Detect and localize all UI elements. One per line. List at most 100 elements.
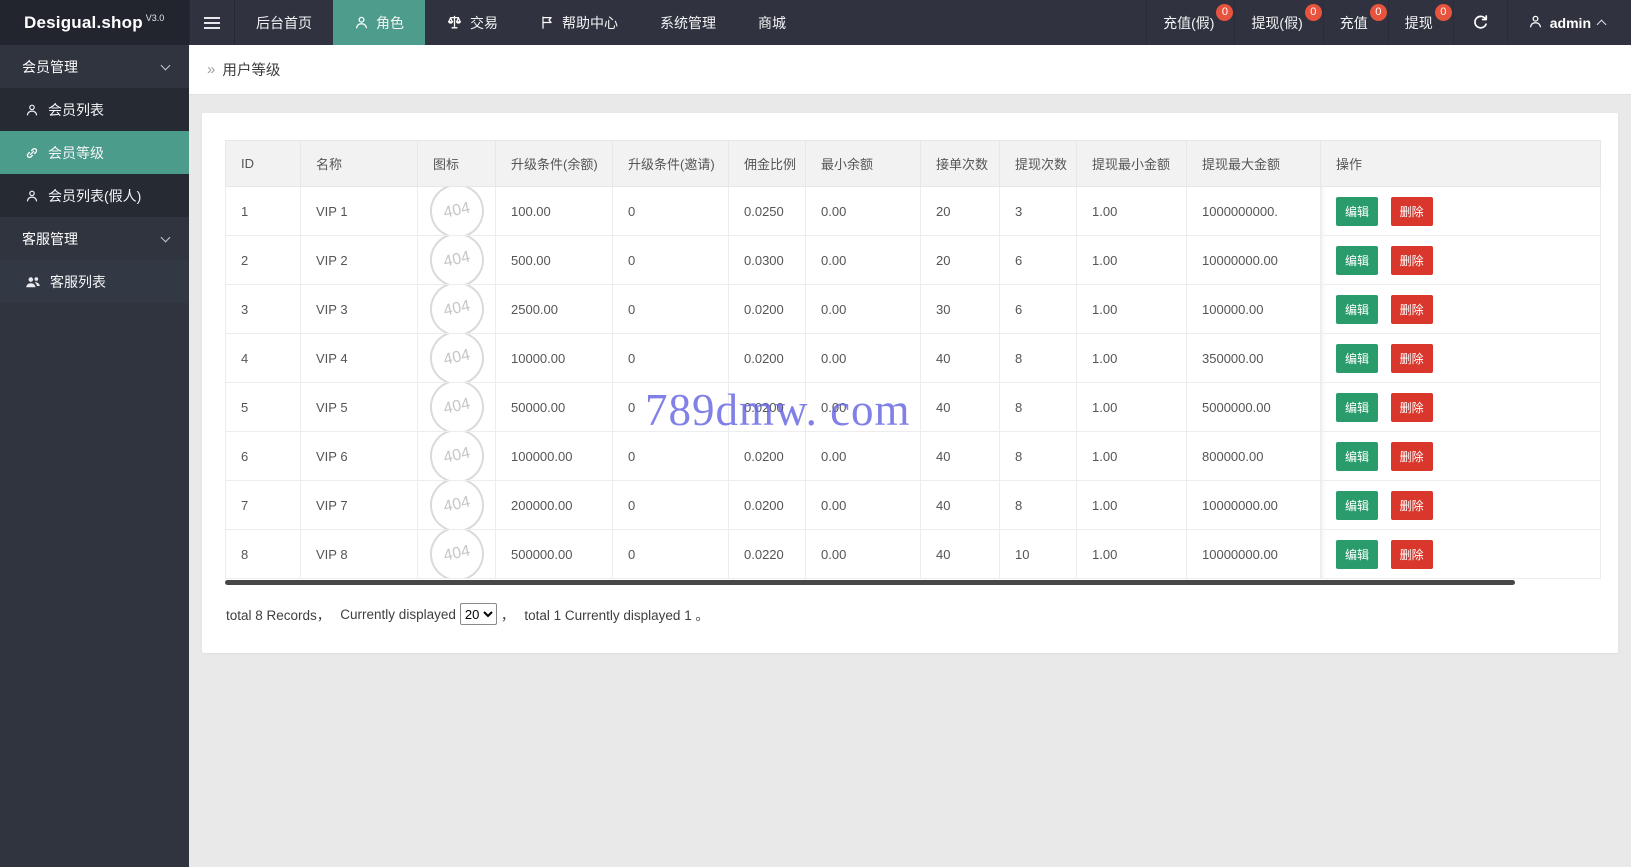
cell-withdraw-min: 1.00 <box>1076 431 1187 481</box>
edit-button[interactable]: 编辑 <box>1336 343 1379 373</box>
nav-item-withdraw[interactable]: 提现 0 <box>1387 0 1453 45</box>
user-icon <box>1528 14 1543 32</box>
nav-item-system[interactable]: 系统管理 <box>639 0 737 45</box>
brand-version: V3.0 <box>145 12 165 23</box>
cell-icon: 404 <box>417 431 496 481</box>
cell-withdraw-max: 10000000.00 <box>1186 480 1321 530</box>
edit-button[interactable]: 编辑 <box>1336 441 1379 471</box>
page-size-select[interactable]: 20 <box>459 603 497 625</box>
delete-button[interactable]: 删除 <box>1390 441 1433 471</box>
delete-button[interactable]: 删除 <box>1390 294 1433 324</box>
cell-id: 3 <box>225 284 301 334</box>
badge-count: 0 <box>1216 4 1234 21</box>
cell-upgrade-balance: 50000.00 <box>495 382 613 432</box>
cell-min-balance: 0.00 <box>805 186 921 236</box>
top-navbar: Desigual.shop V3.0 后台首页 角色 交易 帮助中心 系统管理 … <box>0 0 1631 45</box>
user-menu[interactable]: admin <box>1506 0 1631 45</box>
delete-button[interactable]: 删除 <box>1390 490 1433 520</box>
cell-upgrade-invite: 0 <box>612 431 729 481</box>
sidebar-group-service-management[interactable]: 客服管理 <box>0 217 189 260</box>
col-header-name: 名称 <box>300 140 418 187</box>
cell-upgrade-balance: 500000.00 <box>495 529 613 579</box>
delete-button[interactable]: 删除 <box>1390 245 1433 275</box>
edit-button[interactable]: 编辑 <box>1336 490 1379 520</box>
cell-withdraw-max: 1000000000. <box>1186 186 1321 236</box>
cell-icon: 404 <box>417 186 496 236</box>
cell-min-balance: 0.00 <box>805 529 921 579</box>
badge-count: 0 <box>1369 4 1387 21</box>
pagination-total: total 8 Records， <box>226 608 331 623</box>
sidebar-item-service-list[interactable]: 客服列表 <box>0 260 189 303</box>
edit-button[interactable]: 编辑 <box>1336 392 1379 422</box>
col-header-upgrade-invite: 升级条件(邀请) <box>612 140 729 187</box>
col-header-id: ID <box>225 140 301 187</box>
nav-item-recharge-fake[interactable]: 充值(假) 0 <box>1146 0 1234 45</box>
cell-actions: 编辑 删除 <box>1320 333 1601 383</box>
sidebar-group-member-management[interactable]: 会员管理 <box>0 45 189 88</box>
chevron-down-icon <box>160 232 171 242</box>
cell-actions: 编辑 删除 <box>1320 284 1601 334</box>
edit-button[interactable]: 编辑 <box>1336 245 1379 275</box>
horizontal-scrollbar[interactable] <box>225 580 1515 585</box>
cell-id: 2 <box>225 235 301 285</box>
pagination-bar: total 8 Records， Currently displayed 20 … <box>226 603 709 625</box>
user-level-table: ID 名称 图标 升级条件(余额) 升级条件(邀请) 佣金比例 最小余额 接单次… <box>225 140 1601 579</box>
cell-min-balance: 0.00 <box>805 284 921 334</box>
nav-item-help-center[interactable]: 帮助中心 <box>519 0 639 45</box>
cell-upgrade-balance: 200000.00 <box>495 480 613 530</box>
cell-name: VIP 6 <box>300 431 418 481</box>
cell-min-balance: 0.00 <box>805 480 921 530</box>
breadcrumb-caret-icon: » <box>207 61 216 78</box>
cell-withdraw-min: 1.00 <box>1076 382 1187 432</box>
delete-button[interactable]: 删除 <box>1390 392 1433 422</box>
cell-withdraw-count: 8 <box>999 480 1077 530</box>
cell-order-count: 40 <box>920 431 1000 481</box>
edit-button[interactable]: 编辑 <box>1336 539 1379 569</box>
cell-commission: 0.0200 <box>728 333 806 383</box>
cell-withdraw-min: 1.00 <box>1076 333 1187 383</box>
nav-item-roles[interactable]: 角色 <box>333 0 425 45</box>
nav-item-withdraw-fake[interactable]: 提现(假) 0 <box>1234 0 1322 45</box>
nav-item-recharge[interactable]: 充值 0 <box>1322 0 1388 45</box>
menu-toggle-icon[interactable] <box>189 0 235 45</box>
page-title: 用户等级 <box>222 63 281 79</box>
nav-item-dashboard[interactable]: 后台首页 <box>235 0 333 45</box>
person-icon <box>354 15 369 30</box>
nav-item-mall[interactable]: 商城 <box>737 0 807 45</box>
cell-upgrade-invite: 0 <box>612 284 729 334</box>
broken-image-placeholder-icon: 404 <box>424 530 489 578</box>
refresh-icon[interactable] <box>1452 0 1507 45</box>
cell-upgrade-balance: 100.00 <box>495 186 613 236</box>
brand-logo[interactable]: Desigual.shop V3.0 <box>0 0 189 45</box>
table-header-row: ID 名称 图标 升级条件(余额) 升级条件(邀请) 佣金比例 最小余额 接单次… <box>225 140 1601 187</box>
broken-image-placeholder-icon: 404 <box>424 187 489 235</box>
cell-withdraw-min: 1.00 <box>1076 284 1187 334</box>
cell-commission: 0.0250 <box>728 186 806 236</box>
chevron-down-icon <box>160 60 171 70</box>
sidebar-item-member-list[interactable]: 会员列表 <box>0 88 189 131</box>
cell-min-balance: 0.00 <box>805 382 921 432</box>
cell-order-count: 40 <box>920 382 1000 432</box>
table-body: 1 VIP 1 404 100.00 0 0.0250 0.00 20 3 1.… <box>225 186 1601 579</box>
cell-name: VIP 3 <box>300 284 418 334</box>
pagination-suffix: total 1 Currently displayed 1 。 <box>524 608 709 623</box>
cell-actions: 编辑 删除 <box>1320 382 1601 432</box>
sidebar: 会员管理 会员列表 会员等级 会员列表(假人) 客服管理 客服列表 <box>0 45 189 867</box>
col-header-withdraw-count: 提现次数 <box>999 140 1077 187</box>
cell-withdraw-count: 8 <box>999 333 1077 383</box>
edit-button[interactable]: 编辑 <box>1336 196 1379 226</box>
badge-count: 0 <box>1304 4 1322 21</box>
person-icon <box>25 189 39 203</box>
delete-button[interactable]: 删除 <box>1390 196 1433 226</box>
col-header-withdraw-max: 提现最大金额 <box>1186 140 1321 187</box>
sidebar-item-member-level[interactable]: 会员等级 <box>0 131 189 174</box>
cell-name: VIP 4 <box>300 333 418 383</box>
cell-id: 7 <box>225 480 301 530</box>
nav-item-trade[interactable]: 交易 <box>425 0 519 45</box>
col-header-commission: 佣金比例 <box>728 140 806 187</box>
edit-button[interactable]: 编辑 <box>1336 294 1379 324</box>
cell-withdraw-min: 1.00 <box>1076 235 1187 285</box>
delete-button[interactable]: 删除 <box>1390 539 1433 569</box>
delete-button[interactable]: 删除 <box>1390 343 1433 373</box>
sidebar-item-member-list-fake[interactable]: 会员列表(假人) <box>0 174 189 217</box>
